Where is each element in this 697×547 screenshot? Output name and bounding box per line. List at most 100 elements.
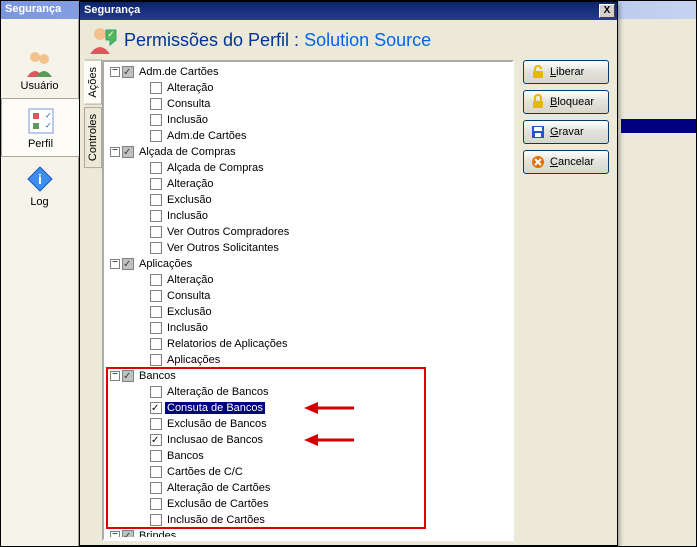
tree-node[interactable]: Alteração: [106, 272, 510, 288]
tree-checkbox[interactable]: [150, 418, 162, 430]
tree-node[interactable]: Cartões de C/C: [106, 464, 510, 480]
tree-expander[interactable]: −: [110, 531, 120, 537]
bloquear-button[interactable]: Bloquear: [523, 90, 609, 114]
tree-node-label: Exclusão: [165, 194, 214, 206]
tree-node[interactable]: Consulta: [106, 288, 510, 304]
tree-checkbox[interactable]: [122, 258, 134, 270]
dialog-header-value: Solution Source: [304, 30, 431, 50]
tree-checkbox[interactable]: [122, 370, 134, 382]
tree-checkbox[interactable]: [150, 162, 162, 174]
tree-expander-placeholder: [138, 163, 148, 173]
tree-node[interactable]: Inclusão: [106, 320, 510, 336]
tree-checkbox[interactable]: [150, 98, 162, 110]
tree-checkbox[interactable]: [150, 82, 162, 94]
tree-checkbox[interactable]: [150, 210, 162, 222]
tree-node[interactable]: Adm.de Cartões: [106, 128, 510, 144]
tree-checkbox[interactable]: [150, 482, 162, 494]
tree-checkbox[interactable]: [122, 146, 134, 158]
save-icon: [530, 124, 546, 140]
profile-permissions-icon: ✓: [88, 24, 120, 56]
tree-node[interactable]: Inclusão de Cartões: [106, 512, 510, 528]
tree-checkbox[interactable]: [122, 66, 134, 78]
tree-checkbox[interactable]: [122, 530, 134, 537]
sidebar-item-log[interactable]: iLog: [1, 157, 78, 214]
tree-checkbox[interactable]: [150, 450, 162, 462]
tree-node[interactable]: Aplicações: [106, 352, 510, 368]
tree-expander-placeholder: [138, 451, 148, 461]
dialog-title-text: Segurança: [84, 4, 140, 16]
tree-node[interactable]: Ver Outros Solicitantes: [106, 240, 510, 256]
tree-node-label: Aplicações: [165, 354, 222, 366]
tree-expander[interactable]: −: [110, 147, 120, 157]
tree-expander[interactable]: −: [110, 259, 120, 269]
tree-node[interactable]: Alteração: [106, 176, 510, 192]
tree-checkbox[interactable]: [150, 386, 162, 398]
gravar-button[interactable]: Gravar: [523, 120, 609, 144]
tree-node[interactable]: Ver Outros Compradores: [106, 224, 510, 240]
tree-node[interactable]: Inclusao de Bancos: [106, 432, 510, 448]
tree-node[interactable]: Exclusão de Bancos: [106, 416, 510, 432]
tree-node[interactable]: −Alçada de Compras: [106, 144, 510, 160]
cancelar-button[interactable]: Cancelar: [523, 150, 609, 174]
tree-checkbox[interactable]: [150, 130, 162, 142]
tree-checkbox[interactable]: [150, 322, 162, 334]
sidebar-item-usuario[interactable]: Usuário: [1, 41, 78, 98]
tree-checkbox[interactable]: [150, 226, 162, 238]
tree-node-label: Brindes: [137, 530, 178, 537]
tree-node[interactable]: Alteração de Cartões: [106, 480, 510, 496]
tree-checkbox[interactable]: [150, 290, 162, 302]
tree-checkbox[interactable]: [150, 498, 162, 510]
tree-node[interactable]: −Aplicações: [106, 256, 510, 272]
tree-checkbox[interactable]: [150, 274, 162, 286]
tree-node[interactable]: Consuta de Bancos: [106, 400, 510, 416]
tree-node[interactable]: Alteração: [106, 80, 510, 96]
tree-node[interactable]: − Brindes: [106, 528, 510, 537]
tree-node[interactable]: Alçada de Compras: [106, 160, 510, 176]
tree-node[interactable]: Alteração de Bancos: [106, 384, 510, 400]
background-selection-strip: [621, 119, 696, 133]
svg-text:✓: ✓: [45, 111, 52, 120]
tree-node[interactable]: Exclusão: [106, 192, 510, 208]
tree-expander-placeholder: [138, 499, 148, 509]
tree-node-label: Alteração de Bancos: [165, 386, 271, 398]
svg-text:✓: ✓: [107, 29, 115, 39]
tree-node-label: Exclusão: [165, 306, 214, 318]
tree-node[interactable]: −Bancos: [106, 368, 510, 384]
tree-checkbox[interactable]: [150, 514, 162, 526]
tree-checkbox[interactable]: [150, 434, 162, 446]
tree-node[interactable]: Inclusão: [106, 112, 510, 128]
tree-checkbox[interactable]: [150, 194, 162, 206]
tree-node[interactable]: Exclusão de Cartões: [106, 496, 510, 512]
tree-node[interactable]: Bancos: [106, 448, 510, 464]
tree-checkbox[interactable]: [150, 354, 162, 366]
cancel-icon: [530, 154, 546, 170]
tree-expander-placeholder: [138, 435, 148, 445]
tree-expander-placeholder: [138, 243, 148, 253]
tree-node[interactable]: Consulta: [106, 96, 510, 112]
tree-checkbox[interactable]: [150, 402, 162, 414]
tree-checkbox[interactable]: [150, 178, 162, 190]
tree-node[interactable]: Inclusão: [106, 208, 510, 224]
tree-node[interactable]: −Adm.de Cartões: [106, 64, 510, 80]
permissions-dialog: Segurança X ✓ Permissões do Perfil : Sol…: [79, 1, 618, 546]
sidebar-item-perfil[interactable]: ✓✓Perfil: [1, 98, 79, 157]
tree-checkbox[interactable]: [150, 466, 162, 478]
close-button[interactable]: X: [599, 4, 615, 18]
tree-checkbox[interactable]: [150, 242, 162, 254]
tree-checkbox[interactable]: [150, 338, 162, 350]
tree-node[interactable]: Relatorios de Aplicações: [106, 336, 510, 352]
tree-checkbox[interactable]: [150, 306, 162, 318]
dialog-titlebar[interactable]: Segurança X: [80, 2, 617, 20]
tree-checkbox[interactable]: [150, 114, 162, 126]
lock-closed-icon: [530, 94, 546, 110]
tree-expander[interactable]: −: [110, 67, 120, 77]
tree-node[interactable]: Exclusão: [106, 304, 510, 320]
vtab-acoes[interactable]: Ações: [84, 60, 102, 105]
tree-expander-placeholder: [138, 227, 148, 237]
perfil-icon: ✓✓: [25, 105, 57, 137]
vtab-controles[interactable]: Controles: [84, 107, 102, 168]
liberar-button[interactable]: Liberar: [523, 60, 609, 84]
tree-expander[interactable]: −: [110, 371, 120, 381]
permissions-tree[interactable]: −Adm.de CartõesAlteraçãoConsultaInclusão…: [106, 64, 510, 537]
tree-expander-placeholder: [138, 275, 148, 285]
